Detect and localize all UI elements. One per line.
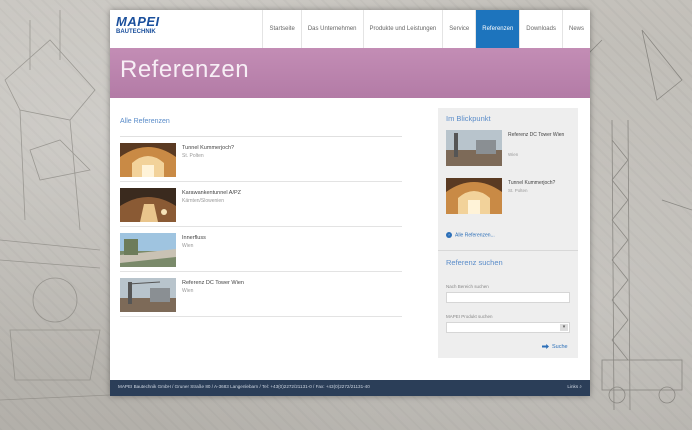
website-window: MAPEI BAUTECHNIK Startseite Das Unterneh… bbox=[110, 10, 590, 396]
reference-title[interactable]: Referenz DC Tower Wien bbox=[182, 280, 244, 286]
spotlight-thumbnail[interactable] bbox=[446, 130, 502, 166]
nav-item-news[interactable]: News bbox=[561, 10, 590, 48]
nav-item-downloads[interactable]: Downloads bbox=[519, 10, 562, 48]
footer-tools[interactable]: Links ⌕ bbox=[567, 384, 582, 389]
reference-location: Wien bbox=[182, 243, 194, 249]
background-sketch-right bbox=[582, 29, 692, 411]
page-title: Referenzen bbox=[120, 56, 250, 83]
spotlight-thumbnail[interactable] bbox=[446, 178, 502, 214]
sidebar: Im Blickpunkt Referenz DC Tower Wien Wie… bbox=[438, 108, 578, 358]
background-sketch-left bbox=[0, 10, 110, 401]
nav-item-unternehmen[interactable]: Das Unternehmen bbox=[300, 10, 363, 48]
search-title: Referenz suchen bbox=[446, 258, 503, 267]
chevron-down-icon: ▾ bbox=[560, 324, 568, 331]
product-search-select[interactable]: ▾ bbox=[446, 322, 570, 333]
area-search-label: Nach Bereich suchen bbox=[446, 284, 489, 289]
logo-brand-text: MAPEI bbox=[116, 14, 160, 29]
list-item[interactable]: Tunnel Kummerjoch? St. Polten bbox=[120, 137, 402, 182]
all-references-label: Alle Referenzen... bbox=[455, 232, 495, 239]
mapei-logo[interactable]: MAPEI BAUTECHNIK bbox=[116, 15, 176, 41]
list-item[interactable]: Karawankentunnel A/PZ Kärnten/Slowenien bbox=[120, 182, 402, 227]
reference-location: Wien bbox=[182, 288, 194, 294]
nav-item-startseite[interactable]: Startseite bbox=[262, 10, 300, 48]
spotlight-title-text[interactable]: Referenz DC Tower Wien bbox=[508, 132, 568, 139]
site-footer: MAPEI Bautechnik GmbH / Gruner Straße 80… bbox=[110, 380, 590, 396]
reference-location: Kärnten/Slowenien bbox=[182, 198, 224, 204]
reference-thumbnail[interactable] bbox=[120, 278, 176, 312]
reference-title[interactable]: Innerfluss bbox=[182, 235, 206, 241]
logo-sub-text: BAUTECHNIK bbox=[116, 29, 156, 35]
footer-address: MAPEI Bautechnik GmbH / Gruner Straße 80… bbox=[118, 384, 370, 389]
arrow-circle-icon: › bbox=[446, 232, 452, 238]
page-banner: Referenzen bbox=[110, 48, 590, 98]
sidebar-divider bbox=[438, 250, 578, 251]
reference-thumbnail[interactable] bbox=[120, 143, 176, 177]
reference-title[interactable]: Tunnel Kummerjoch? bbox=[182, 145, 234, 151]
spotlight-title-text[interactable]: Tunnel Kummerjoch? bbox=[508, 180, 568, 187]
product-search-label: MAPEI Produkt suchen bbox=[446, 314, 493, 319]
reference-location: St. Polten bbox=[182, 153, 204, 159]
nav-item-produkte[interactable]: Produkte und Leistungen bbox=[362, 10, 443, 48]
search-button-label: Suche bbox=[552, 344, 568, 350]
list-item[interactable]: Referenz DC Tower Wien Wien bbox=[120, 272, 402, 317]
nav-item-referenzen[interactable]: Referenzen bbox=[475, 10, 520, 48]
search-button[interactable]: Suche bbox=[542, 344, 568, 350]
main-navigation: Startseite Das Unternehmen Produkte und … bbox=[262, 10, 590, 48]
reference-thumbnail[interactable] bbox=[120, 188, 176, 222]
spotlight-location: Wien bbox=[508, 152, 519, 157]
reference-list: Alle Referenzen Tunnel Kummerjoch? St. P… bbox=[120, 116, 402, 317]
spotlight-location: St. Polten bbox=[508, 188, 528, 193]
reference-thumbnail[interactable] bbox=[120, 233, 176, 267]
section-title: Alle Referenzen bbox=[120, 118, 170, 125]
site-header: MAPEI BAUTECHNIK Startseite Das Unterneh… bbox=[110, 10, 590, 48]
all-references-link[interactable]: › Alle Referenzen... bbox=[446, 232, 495, 238]
area-search-input[interactable] bbox=[446, 292, 570, 303]
arrow-right-icon bbox=[542, 344, 549, 350]
spotlight-item[interactable]: Tunnel Kummerjoch? St. Polten bbox=[446, 178, 572, 218]
list-item[interactable]: Innerfluss Wien bbox=[120, 227, 402, 272]
spotlight-title: Im Blickpunkt bbox=[446, 114, 491, 123]
spotlight-item[interactable]: Referenz DC Tower Wien Wien bbox=[446, 130, 572, 170]
nav-item-service[interactable]: Service bbox=[442, 10, 475, 48]
reference-title[interactable]: Karawankentunnel A/PZ bbox=[182, 190, 241, 196]
